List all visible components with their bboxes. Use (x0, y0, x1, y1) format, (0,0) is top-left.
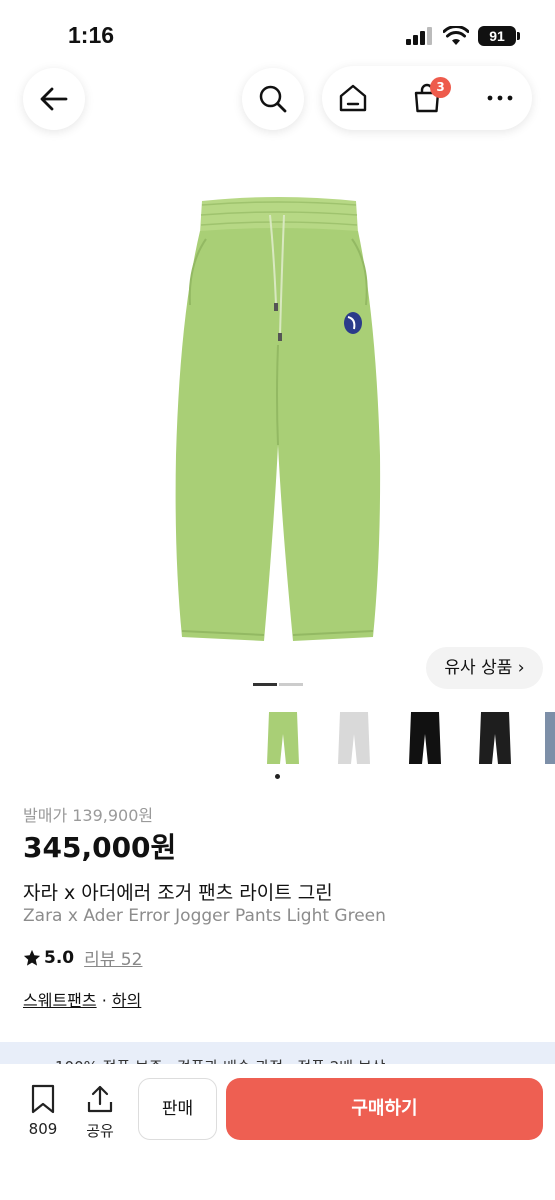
color-thumbnails (250, 700, 555, 780)
pager-inactive (279, 683, 303, 686)
thumbnail-gray[interactable] (334, 708, 374, 768)
product-title-korean: 자라 x 아더에러 조거 팬츠 라이트 그린 (23, 882, 333, 904)
bookmark-button[interactable]: 809 (19, 1084, 67, 1138)
share-icon (87, 1085, 113, 1113)
rating-row: 5.0 리뷰 52 (23, 945, 142, 970)
share-label: 공유 (86, 1122, 114, 1140)
header-action-pill: 3 (322, 66, 532, 130)
image-pager (253, 683, 303, 687)
bookmark-count: 809 (28, 1120, 58, 1138)
status-bar: 1:16 91 (0, 0, 555, 60)
thumbnail-green[interactable] (263, 708, 303, 768)
category-link[interactable]: 스웨트팬츠 (23, 991, 97, 1010)
cellular-signal-icon (406, 27, 432, 45)
category-breadcrumb: 스웨트팬츠 · 하의 (23, 987, 141, 1011)
guarantee-banner[interactable]: 100% 정품 보증 · 검품과 배송 과정 · 정품 2배 보상 (0, 1042, 555, 1064)
search-button[interactable] (242, 68, 304, 130)
rating-score: 5.0 (44, 947, 75, 968)
thumbnail-selected-dot (275, 774, 280, 779)
subcategory-link[interactable]: 하의 (112, 991, 141, 1010)
back-button[interactable] (23, 68, 85, 130)
thumbnail-black-2[interactable] (475, 708, 515, 768)
status-time: 1:16 (68, 22, 115, 48)
more-icon[interactable] (484, 82, 516, 114)
original-price: 발매가 139,900원 (23, 806, 154, 825)
category-separator: · (96, 991, 112, 1010)
sell-button[interactable]: 판매 (138, 1078, 217, 1140)
cart-count-badge: 3 (430, 77, 451, 98)
home-icon[interactable] (337, 82, 369, 114)
thumbnail-black[interactable] (405, 708, 445, 768)
thumbnail-blue-partial[interactable] (545, 708, 555, 768)
bottom-action-bar: 809 공유 판매 구매하기 (0, 1064, 555, 1200)
product-title-english: Zara x Ader Error Jogger Pants Light Gre… (23, 906, 386, 926)
battery-tip (517, 32, 520, 40)
star-icon (23, 949, 41, 966)
wifi-icon (443, 26, 469, 45)
buy-button[interactable]: 구매하기 (226, 1078, 543, 1140)
share-button[interactable]: 공유 (76, 1084, 124, 1141)
similar-products-button[interactable]: 유사 상품 › (426, 647, 543, 689)
battery-indicator: 91 (478, 26, 516, 46)
arrow-left-icon (40, 87, 68, 111)
bookmark-icon (31, 1084, 55, 1114)
pager-active (253, 683, 277, 686)
product-image[interactable] (170, 195, 385, 645)
current-price: 345,000원 (23, 831, 177, 864)
review-link[interactable]: 리뷰 52 (84, 945, 142, 970)
guarantee-text: 100% 정품 보증 · 검품과 배송 과정 · 정품 2배 보상 (55, 1056, 385, 1064)
search-icon (259, 85, 287, 113)
